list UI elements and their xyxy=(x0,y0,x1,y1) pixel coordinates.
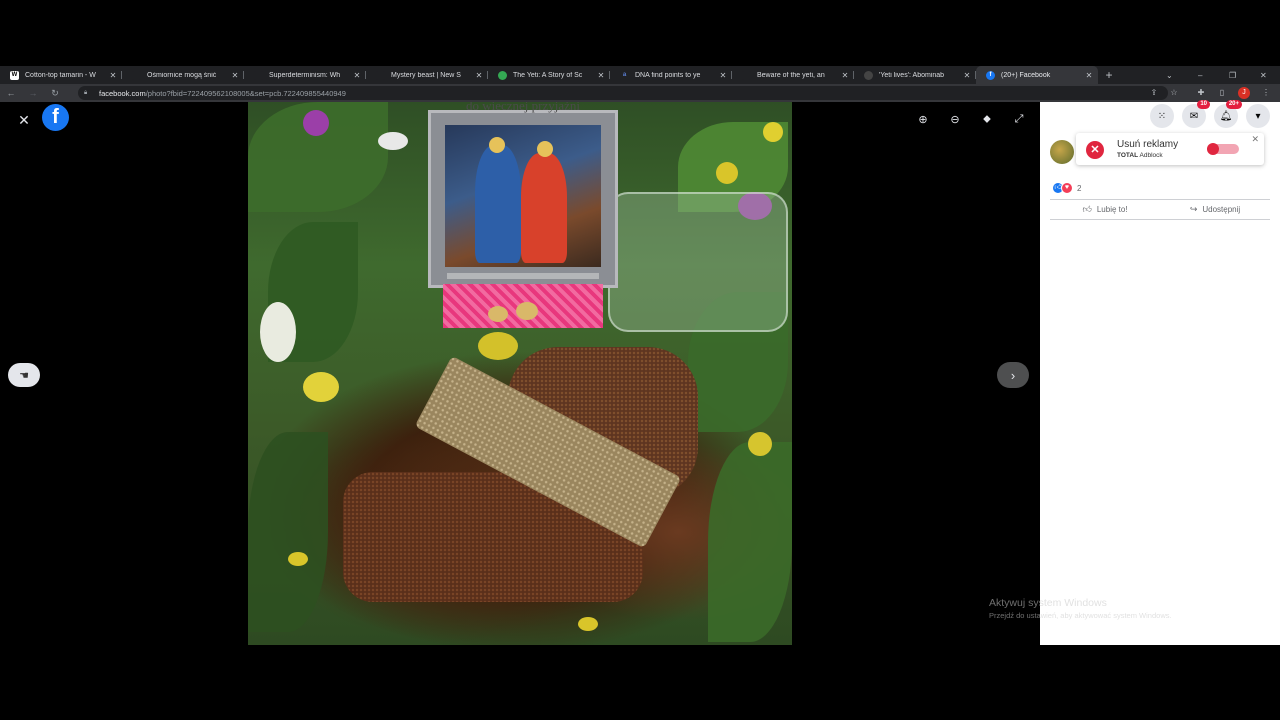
generic-icon xyxy=(742,70,751,80)
tag-icon[interactable]: ⬥ xyxy=(978,110,996,128)
generic-icon xyxy=(376,70,385,80)
glass-jar xyxy=(608,192,788,332)
browser-tab[interactable]: Beware of the yeti, an ✕ xyxy=(732,66,854,84)
facebook-logo[interactable]: f xyxy=(42,104,69,131)
zoom-out-icon[interactable]: ⊖ xyxy=(946,110,964,128)
browser-tab[interactable]: W Cotton-top tamarin - W ✕ xyxy=(0,66,122,84)
close-window-icon[interactable]: ✕ xyxy=(1260,66,1267,84)
forward-icon[interactable]: → xyxy=(22,88,44,98)
profile-avatar[interactable]: J xyxy=(1238,87,1250,99)
reaction-count: 2 xyxy=(1077,183,1082,193)
browser-tab-strip: W Cotton-top tamarin - W ✕ Ośmiornice mo… xyxy=(0,66,1280,84)
adblock-brand: TOTAL Adblock xyxy=(1117,152,1163,159)
minimize-icon[interactable]: – xyxy=(1198,66,1202,84)
extensions-icon[interactable]: ✚ xyxy=(1195,87,1207,99)
browser-tab[interactable]: Ośmiornice mogą śnić ✕ xyxy=(122,66,244,84)
previous-photo-button[interactable]: ☚ xyxy=(8,363,40,387)
panel-header: ⁙ ✉ 10 🔔︎ 20+ ▾ xyxy=(1040,100,1280,130)
browser-toolbar: ← → ↻ 🔒︎ facebook.com /photo?fbid=722409… xyxy=(0,84,1280,102)
tab-title: 'Yeti lives': Abominab xyxy=(879,71,945,79)
tab-title: DNA find points to ye xyxy=(635,71,701,79)
windows-activation-watermark: Aktywuj system Windows Przejdź do ustawi… xyxy=(989,597,1172,620)
share-button[interactable]: ↪ Udostępnij xyxy=(1160,200,1270,218)
url-path: /photo?fbid=722409562108005&set=pcb.7224… xyxy=(145,88,346,98)
close-tab-icon[interactable]: ✕ xyxy=(1084,71,1094,80)
share-arrow-icon: ↪ xyxy=(1189,203,1198,214)
photo-viewer: ✕ f do wiecznej przyjaźni ☚ › ⊕ ⊖ ⬥ ⤢ xyxy=(0,102,1040,645)
menu-kebab-icon[interactable]: ⋮ xyxy=(1260,87,1272,99)
devotional-picture xyxy=(428,110,618,288)
close-tab-icon[interactable]: ✕ xyxy=(352,71,362,80)
generic-icon xyxy=(254,70,263,80)
messenger-icon[interactable]: ✉ 10 xyxy=(1182,100,1210,128)
bookmark-star-icon[interactable]: ☆ xyxy=(1168,87,1180,99)
screen: W Cotton-top tamarin - W ✕ Ośmiornice mo… xyxy=(0,0,1280,720)
tab-title: Superdeterminism: Wh xyxy=(269,71,341,79)
tab-search-icon[interactable]: ⌄ xyxy=(1166,66,1173,84)
account-caret-icon[interactable]: ▾ xyxy=(1246,104,1270,128)
restore-icon[interactable]: ❐ xyxy=(1229,66,1236,84)
messenger-badge: 10 xyxy=(1197,100,1210,109)
close-tab-icon[interactable]: ✕ xyxy=(474,71,484,80)
new-tab-button[interactable]: + xyxy=(1098,68,1120,82)
menu-grid-icon[interactable]: ⁙ xyxy=(1150,104,1174,128)
tab-title: (20+) Facebook xyxy=(1001,71,1051,79)
browser-tab[interactable]: a DNA find points to ye ✕ xyxy=(610,66,732,84)
tab-title: Ośmiornice mogą śnić xyxy=(147,71,217,79)
close-tab-icon[interactable]: ✕ xyxy=(840,71,850,80)
close-tab-icon[interactable]: ✕ xyxy=(962,71,972,80)
tab-title: The Yeti: A Story of Sc xyxy=(513,71,583,79)
tab-title: Mystery beast | New S xyxy=(391,71,461,79)
adblock-close-icon[interactable]: ✕ xyxy=(1251,134,1259,145)
adblock-title: Usuń reklamy xyxy=(1117,139,1179,150)
fullscreen-icon[interactable]: ⤢ xyxy=(1010,110,1028,128)
browser-tab[interactable]: 'Yeti lives': Abominab ✕ xyxy=(854,66,976,84)
browser-tab-active[interactable]: f (20+) Facebook ✕ xyxy=(976,66,1098,84)
notifications-bell-icon[interactable]: 🔔︎ 20+ xyxy=(1214,100,1242,128)
address-bar[interactable]: 🔒︎ facebook.com /photo?fbid=722409562108… xyxy=(78,86,1168,100)
lock-icon[interactable]: 🔒︎ xyxy=(84,90,91,97)
author-avatar[interactable] xyxy=(1050,140,1074,164)
url-host: facebook.com xyxy=(99,88,146,98)
reload-icon[interactable]: ↻ xyxy=(44,88,66,99)
generic-icon xyxy=(132,70,141,80)
post-actions: 👍︎ Lubię to! ↪ Udostępnij xyxy=(1050,200,1270,218)
picture-header-text: do wiecznej przyjaźni xyxy=(465,102,581,113)
browser-tab[interactable]: Mystery beast | New S ✕ xyxy=(366,66,488,84)
close-viewer-button[interactable]: ✕ xyxy=(14,110,34,130)
tab-title: Cotton-top tamarin - W xyxy=(25,71,96,79)
green-globe-icon xyxy=(498,70,507,80)
like-button[interactable]: 👍︎ Lubię to! xyxy=(1050,200,1160,218)
adblock-toggle[interactable] xyxy=(1207,143,1239,155)
love-reaction-icon: ♥ xyxy=(1061,182,1073,194)
post-photo: do wiecznej przyjaźni xyxy=(248,102,792,645)
browser-tab[interactable]: The Yeti: A Story of Sc ✕ xyxy=(488,66,610,84)
side-panel-icon[interactable]: ▯ xyxy=(1216,87,1228,99)
close-tab-icon[interactable]: ✕ xyxy=(230,71,240,80)
close-tab-icon[interactable]: ✕ xyxy=(718,71,728,80)
next-photo-button[interactable]: › xyxy=(997,362,1029,388)
reactions-summary[interactable]: 👍︎ ♥ 2 xyxy=(1052,182,1081,194)
zoom-in-icon[interactable]: ⊕ xyxy=(914,110,932,128)
thumbs-up-icon: 👍︎ xyxy=(1082,203,1092,214)
adblock-popup: ✕ Usuń reklamy TOTAL Adblock ✕ xyxy=(1076,133,1264,165)
generic-icon: a xyxy=(620,70,629,80)
notifications-badge: 20+ xyxy=(1225,100,1242,109)
browser-tab[interactable]: Superdeterminism: Wh ✕ xyxy=(244,66,366,84)
share-page-icon[interactable]: ⇪ xyxy=(1148,87,1160,99)
generic-icon xyxy=(864,70,873,80)
wikipedia-icon: W xyxy=(10,70,19,80)
adblock-shield-icon: ✕ xyxy=(1086,141,1104,159)
close-tab-icon[interactable]: ✕ xyxy=(108,71,118,80)
back-icon[interactable]: ← xyxy=(0,88,22,98)
close-tab-icon[interactable]: ✕ xyxy=(596,71,606,80)
post-side-panel: ⁙ ✉ 10 🔔︎ 20+ ▾ ✕ Usuń reklamy TOTAL Adb… xyxy=(1040,100,1280,645)
facebook-icon: f xyxy=(986,70,995,80)
tab-title: Beware of the yeti, an xyxy=(757,71,825,79)
